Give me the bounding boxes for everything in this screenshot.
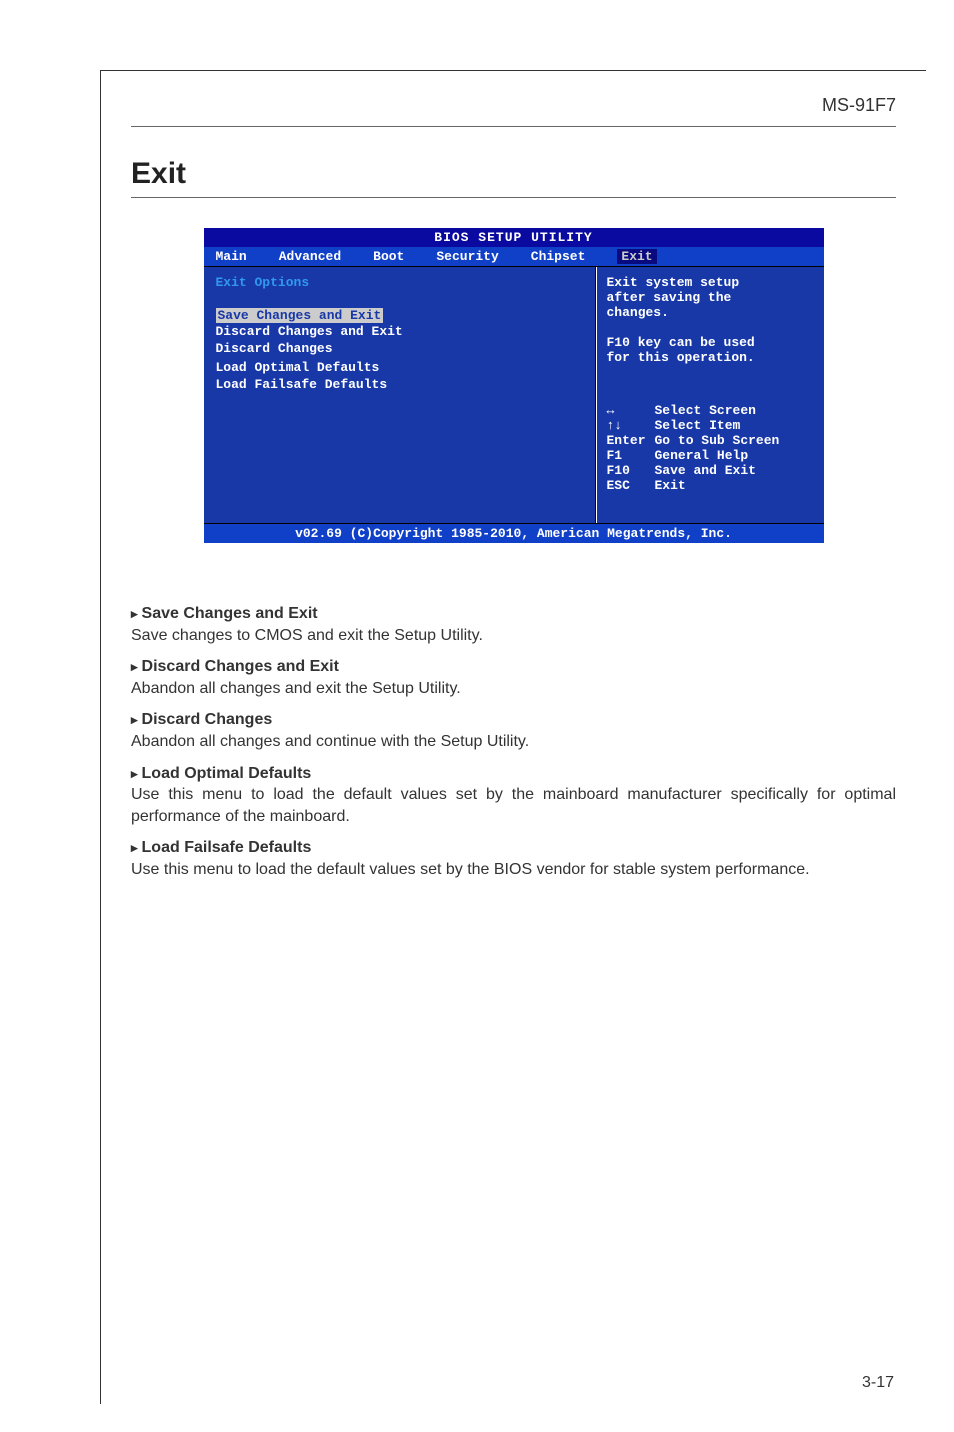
bios-footer: v02.69 (C)Copyright 1985-2010, American … [204, 523, 824, 543]
key-save-exit: Save and Exit [655, 463, 756, 478]
bios-tab-bar: Main Advanced Boot Security Chipset Exit [204, 247, 824, 266]
tab-exit[interactable]: Exit [617, 249, 656, 264]
help-text-1: Exit system setup [607, 275, 814, 290]
tab-advanced[interactable]: Advanced [279, 249, 359, 264]
doc-heading-save: Save Changes and Exit [131, 603, 896, 625]
menu-discard-changes[interactable]: Discard Changes [216, 340, 583, 357]
help-keys: ↔Select Screen ↑↓Select Item EnterGo to … [607, 403, 814, 493]
doc-heading-discard: Discard Changes [131, 709, 896, 731]
doc-text-failsafe: Use this menu to load the default values… [131, 859, 896, 881]
key-select-screen: Select Screen [655, 403, 756, 418]
key-enter: Enter [607, 433, 655, 448]
page-number: 3-17 [862, 1374, 894, 1392]
key-esc: ESC [607, 478, 655, 493]
menu-save-changes-exit[interactable]: Save Changes and Exit [216, 308, 384, 323]
exit-options-heading: Exit Options [216, 275, 583, 290]
key-f1: F1 [607, 448, 655, 463]
page-title: Exit [131, 157, 896, 198]
tab-boot[interactable]: Boot [373, 249, 422, 264]
menu-load-optimal[interactable]: Load Optimal Defaults [216, 359, 583, 376]
doc-heading-optimal: Load Optimal Defaults [131, 763, 896, 785]
help-text-3: changes. [607, 305, 814, 320]
bios-title: BIOS SETUP UTILITY [204, 228, 824, 247]
tab-main[interactable]: Main [216, 249, 265, 264]
bios-help-panel: Exit system setup after saving the chang… [596, 267, 824, 523]
doc-heading-failsafe: Load Failsafe Defaults [131, 837, 896, 859]
bios-left-panel: Exit Options Save Changes and Exit Disca… [204, 267, 596, 523]
menu-load-failsafe[interactable]: Load Failsafe Defaults [216, 376, 583, 393]
doc-text-discard-exit: Abandon all changes and exit the Setup U… [131, 678, 896, 700]
help-text-2: after saving the [607, 290, 814, 305]
key-exit: Exit [655, 478, 686, 493]
key-select-item: Select Item [655, 418, 741, 433]
menu-discard-changes-exit[interactable]: Discard Changes and Exit [216, 323, 583, 340]
key-arrows-ud: ↑↓ [607, 418, 655, 433]
doc-text-optimal: Use this menu to load the default values… [131, 784, 896, 827]
doc-text-save: Save changes to CMOS and exit the Setup … [131, 625, 896, 647]
key-f10: F10 [607, 463, 655, 478]
page-header: MS-91F7 [131, 95, 896, 127]
bios-window: BIOS SETUP UTILITY Main Advanced Boot Se… [204, 228, 824, 543]
help-text-5: for this operation. [607, 350, 814, 365]
help-text-4: F10 key can be used [607, 335, 814, 350]
doc-heading-discard-exit: Discard Changes and Exit [131, 656, 896, 678]
key-general-help: General Help [655, 448, 749, 463]
key-sub-screen: Go to Sub Screen [655, 433, 780, 448]
key-arrows-lr: ↔ [607, 403, 655, 418]
doc-text-discard: Abandon all changes and continue with th… [131, 731, 896, 753]
tab-chipset[interactable]: Chipset [531, 249, 604, 264]
tab-security[interactable]: Security [436, 249, 516, 264]
